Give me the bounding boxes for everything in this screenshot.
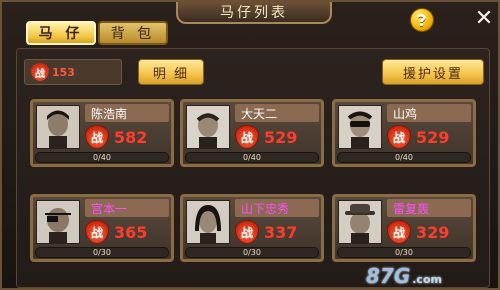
watermark-suffix: .com xyxy=(412,273,442,286)
henchman-progress: 0/30 xyxy=(35,247,169,258)
henchman-card[interactable]: 雷复轰 战 329 0/30 xyxy=(332,194,476,262)
henchman-name: 宫本一 xyxy=(85,199,169,217)
henchman-card[interactable]: 山下忠秀 战 337 0/30 xyxy=(180,194,324,262)
window-title: 马仔列表 xyxy=(176,2,332,24)
man-shaved-head-icon xyxy=(186,105,230,149)
henchman-progress: 0/40 xyxy=(337,152,471,163)
henchman-card[interactable]: 大天二 战 529 0/40 xyxy=(180,99,324,167)
henchman-card[interactable]: 宫本一 战 365 0/30 xyxy=(30,194,174,262)
power-badge-icon: 战 xyxy=(235,125,259,149)
man-short-hair-icon xyxy=(36,105,80,149)
man-long-hair-icon xyxy=(186,200,230,244)
close-icon[interactable]: ✕ xyxy=(472,6,496,31)
henchman-progress: 0/30 xyxy=(337,247,471,258)
man-hat-icon xyxy=(338,200,382,244)
henchman-name: 大天二 xyxy=(235,104,319,122)
power-badge-icon: 战 xyxy=(235,220,259,244)
henchman-power: 582 xyxy=(114,127,148,147)
details-button[interactable]: 明 细 xyxy=(138,59,204,85)
henchman-power: 529 xyxy=(264,127,298,147)
roster-window: 马仔列表 ? ✕ 马 仔 背 包 战 153 明 细 援护设置 陈浩南 战 58… xyxy=(0,0,500,290)
henchman-power: 529 xyxy=(416,127,450,147)
henchman-power: 365 xyxy=(114,222,148,242)
henchman-name: 山鸡 xyxy=(387,104,471,122)
power-badge-icon: 战 xyxy=(387,125,411,149)
henchman-name: 山下忠秀 xyxy=(235,199,319,217)
power-badge-icon: 战 xyxy=(85,125,109,149)
henchman-progress: 0/30 xyxy=(185,247,319,258)
total-power-box: 战 153 xyxy=(24,59,122,85)
power-badge-icon: 战 xyxy=(31,63,49,81)
power-badge-icon: 战 xyxy=(85,220,109,244)
watermark-text: 87G xyxy=(366,264,411,288)
help-icon[interactable]: ? xyxy=(410,8,434,32)
henchman-card[interactable]: 陈浩南 战 582 0/40 xyxy=(30,99,174,167)
support-settings-button[interactable]: 援护设置 xyxy=(382,59,484,85)
henchman-name: 陈浩南 xyxy=(85,104,169,122)
tab-henchmen[interactable]: 马 仔 xyxy=(26,21,96,45)
site-watermark: 87G .com xyxy=(366,264,442,288)
henchman-name: 雷复轰 xyxy=(387,199,471,217)
tab-backpack[interactable]: 背 包 xyxy=(98,21,168,45)
henchman-power: 329 xyxy=(416,222,450,242)
total-power-value: 153 xyxy=(52,65,75,79)
henchman-progress: 0/40 xyxy=(185,152,319,163)
man-eyepatch-icon xyxy=(36,200,80,244)
power-badge-icon: 战 xyxy=(387,220,411,244)
man-sunglasses-icon xyxy=(338,105,382,149)
henchman-progress: 0/40 xyxy=(35,152,169,163)
henchman-card[interactable]: 山鸡 战 529 0/40 xyxy=(332,99,476,167)
henchman-power: 337 xyxy=(264,222,298,242)
